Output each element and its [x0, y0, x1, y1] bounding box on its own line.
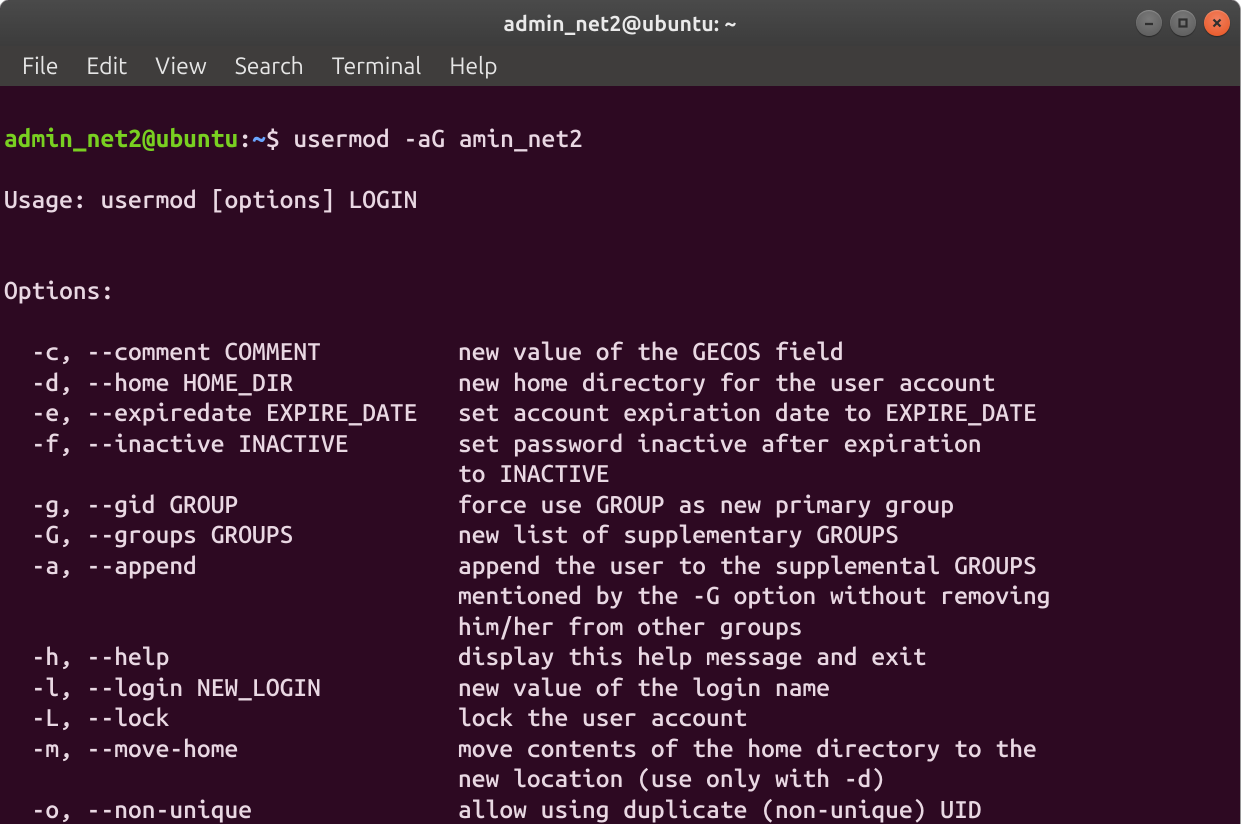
- terminal-window: admin_net2@ubuntu: ~ File Edit View Sear…: [0, 0, 1240, 824]
- menu-file[interactable]: File: [8, 50, 72, 83]
- option-flag: -m, --move-home: [4, 733, 458, 764]
- titlebar: admin_net2@ubuntu: ~: [0, 0, 1240, 46]
- option-line: -l, --login NEW_LOGINnew value of the lo…: [4, 672, 1236, 703]
- prompt-colon: :: [238, 124, 252, 152]
- prompt-user: admin_net2: [4, 124, 142, 152]
- prompt-symbol: $: [266, 124, 294, 152]
- option-desc: display this help message and exit: [458, 642, 927, 670]
- option-desc: set account expiration date to EXPIRE_DA…: [458, 398, 1037, 426]
- option-line: -f, --inactive INACTIVEset password inac…: [4, 428, 1236, 459]
- option-line: -o, --non-uniqueallow using duplicate (n…: [4, 794, 1236, 824]
- option-line: -d, --home HOME_DIRnew home directory fo…: [4, 367, 1236, 398]
- option-desc: append the user to the supplemental GROU…: [458, 551, 1037, 579]
- option-line: -m, --move-homemove contents of the home…: [4, 733, 1236, 764]
- menubar: File Edit View Search Terminal Help: [0, 46, 1240, 86]
- option-flag: -c, --comment COMMENT: [4, 336, 458, 367]
- menu-terminal[interactable]: Terminal: [318, 50, 436, 83]
- option-line: -g, --gid GROUPforce use GROUP as new pr…: [4, 489, 1236, 520]
- option-flag: -h, --help: [4, 641, 458, 672]
- option-desc: set password inactive after expiration: [458, 429, 982, 457]
- option-desc: new home directory for the user account: [458, 368, 995, 396]
- options-header: Options:: [4, 275, 1236, 306]
- menu-search[interactable]: Search: [221, 50, 318, 83]
- option-flag: -l, --login NEW_LOGIN: [4, 672, 458, 703]
- option-desc: new list of supplementary GROUPS: [458, 520, 899, 548]
- option-line: -L, --locklock the user account: [4, 702, 1236, 733]
- option-line: mentioned by the -G option without remov…: [4, 580, 1236, 611]
- option-flag: -e, --expiredate EXPIRE_DATE: [4, 397, 458, 428]
- option-line: -a, --appendappend the user to the suppl…: [4, 550, 1236, 581]
- option-desc: lock the user account: [458, 703, 747, 731]
- option-flag: -o, --non-unique: [4, 794, 458, 824]
- menu-view[interactable]: View: [141, 50, 220, 83]
- option-flag: -g, --gid GROUP: [4, 489, 458, 520]
- option-flag: -f, --inactive INACTIVE: [4, 428, 458, 459]
- option-flag: -a, --append: [4, 550, 458, 581]
- command-text: usermod -aG amin_net2: [293, 124, 582, 152]
- option-line: him/her from other groups: [4, 611, 1236, 642]
- option-line: to INACTIVE: [4, 458, 1236, 489]
- usage-line: Usage: usermod [options] LOGIN: [4, 184, 1236, 215]
- prompt-host: ubuntu: [156, 124, 239, 152]
- prompt-line: admin_net2@ubuntu:~$ usermod -aG amin_ne…: [4, 123, 1236, 154]
- option-desc: new location (use only with -d): [458, 764, 885, 792]
- option-line: -h, --helpdisplay this help message and …: [4, 641, 1236, 672]
- option-desc: mentioned by the -G option without remov…: [458, 581, 1051, 609]
- option-flag: -G, --groups GROUPS: [4, 519, 458, 550]
- option-line: -e, --expiredate EXPIRE_DATEset account …: [4, 397, 1236, 428]
- menu-help[interactable]: Help: [435, 50, 511, 83]
- option-desc: new value of the GECOS field: [458, 337, 844, 365]
- maximize-icon[interactable]: [1170, 10, 1196, 36]
- option-flag: -L, --lock: [4, 702, 458, 733]
- option-desc: new value of the login name: [458, 673, 830, 701]
- window-title: admin_net2@ubuntu: ~: [503, 11, 736, 35]
- menu-edit[interactable]: Edit: [72, 50, 141, 83]
- option-desc: him/her from other groups: [458, 612, 803, 640]
- option-desc: force use GROUP as new primary group: [458, 490, 954, 518]
- option-flag: -d, --home HOME_DIR: [4, 367, 458, 398]
- minimize-icon[interactable]: [1136, 10, 1162, 36]
- prompt-path: ~: [252, 124, 266, 152]
- prompt-at: @: [142, 124, 156, 152]
- option-desc: allow using duplicate (non-unique) UID: [458, 795, 982, 823]
- option-desc: to INACTIVE: [458, 459, 610, 487]
- option-line: -c, --comment COMMENTnew value of the GE…: [4, 336, 1236, 367]
- option-desc: move contents of the home directory to t…: [458, 734, 1037, 762]
- option-line: -G, --groups GROUPSnew list of supplemen…: [4, 519, 1236, 550]
- terminal-output[interactable]: admin_net2@ubuntu:~$ usermod -aG amin_ne…: [0, 86, 1240, 824]
- close-icon[interactable]: [1204, 10, 1230, 36]
- window-controls: [1136, 10, 1230, 36]
- options-list: -c, --comment COMMENTnew value of the GE…: [4, 336, 1236, 824]
- option-line: new location (use only with -d): [4, 763, 1236, 794]
